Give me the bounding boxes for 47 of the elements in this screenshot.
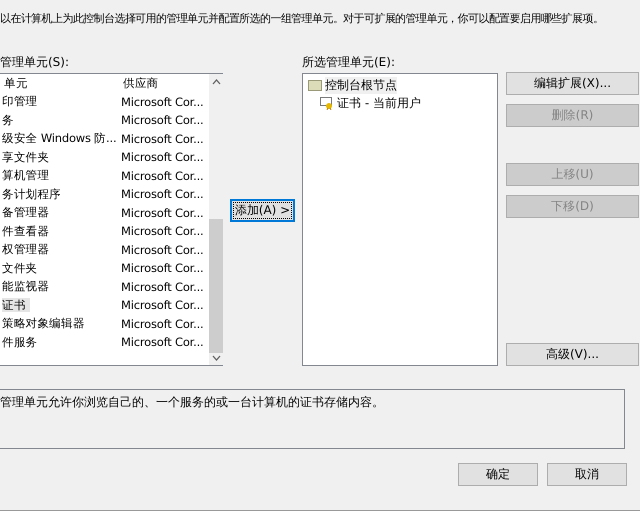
vendor-cell-text: Microsoft Cor... bbox=[120, 132, 204, 146]
column-header[interactable]: 单元 bbox=[2, 76, 30, 90]
selected-snapins-list[interactable]: 控制台根节点 证书 - 当前用户 bbox=[302, 73, 498, 366]
certificate-icon bbox=[320, 96, 334, 110]
vendor-cell-text: Microsoft Cor... bbox=[120, 224, 204, 238]
snapin-name[interactable]: 件服务 bbox=[2, 334, 42, 349]
tree-item[interactable]: 控制台根节点 bbox=[325, 76, 397, 94]
vendor-cell-text: Microsoft Cor... bbox=[120, 206, 204, 220]
vendor-cell-text: Microsoft Cor... bbox=[120, 280, 204, 294]
description-box: 管理单元允许你浏览自己的、一个服务的或一台计算机的证书存储内容。 bbox=[0, 389, 625, 449]
snapin-name[interactable]: 能监视器 bbox=[2, 279, 54, 294]
snapin-name[interactable]: 文件夹 bbox=[2, 260, 42, 275]
vendor-cell-text: Microsoft Cor... bbox=[120, 150, 204, 164]
scroll-down-icon[interactable] bbox=[212, 355, 220, 361]
snapin-name[interactable]: 件查看器 bbox=[2, 224, 54, 238]
scroll-up-icon[interactable] bbox=[212, 79, 220, 85]
column-header[interactable]: 供应商 bbox=[121, 76, 160, 90]
available-snapins-label: 管理单元(S): bbox=[0, 54, 70, 70]
selected-snapins-label: 所选管理单元(E): bbox=[302, 54, 396, 70]
snapin-name[interactable]: 证书 bbox=[2, 298, 30, 312]
dialog-button[interactable]: 确定 bbox=[458, 463, 538, 486]
snapin-name[interactable]: 务 bbox=[2, 112, 18, 127]
snapin-name[interactable]: 算机管理 bbox=[2, 168, 54, 182]
snapin-name[interactable]: 印管理 bbox=[2, 94, 42, 108]
vendor-cell-text: Microsoft Cor... bbox=[120, 242, 204, 257]
scrollbar-thumb[interactable] bbox=[209, 219, 223, 353]
snapin-name[interactable]: 权管理器 bbox=[2, 242, 54, 256]
add-button[interactable]: 添加(A) > bbox=[230, 198, 296, 222]
vendor-cell-text: Microsoft Cor... bbox=[120, 298, 204, 312]
vendor-cell-text: Microsoft Cor... bbox=[120, 335, 204, 350]
vendor-cell-text: Microsoft Cor... bbox=[120, 187, 204, 202]
vendor-cell-text: Microsoft Cor... bbox=[120, 261, 204, 276]
instruction-text: 以在计算机上为此控制台选择可用的管理单元并配置所选的一组管理单元。对于可扩展的管理单元，你可以配置要启用哪些扩展项。 bbox=[0, 11, 604, 27]
tree-item[interactable]: 证书 - 当前用户 bbox=[337, 94, 421, 112]
snapin-name[interactable]: 享文件夹 bbox=[2, 150, 54, 164]
snapin-name[interactable]: 策略对象编辑器 bbox=[2, 316, 89, 330]
vendor-cell-text: Microsoft Cor... bbox=[120, 168, 204, 183]
vendor-cell-text: Microsoft Cor... bbox=[120, 94, 204, 109]
advanced-button[interactable]: 高级(V)... bbox=[506, 343, 639, 366]
snapin-name[interactable]: 备管理器 bbox=[2, 205, 54, 220]
vendor-cell-text: Microsoft Cor... bbox=[120, 316, 204, 331]
snapin-name[interactable]: 级安全 Windows 防... bbox=[2, 131, 120, 146]
dialog-button[interactable]: 取消 bbox=[547, 463, 627, 486]
snapin-name[interactable]: 务计划程序 bbox=[2, 186, 66, 201]
vendor-cell-text: Microsoft Cor... bbox=[120, 113, 204, 128]
folder-icon bbox=[308, 79, 322, 91]
side-button[interactable]: 编辑扩展(X)... bbox=[506, 72, 639, 95]
